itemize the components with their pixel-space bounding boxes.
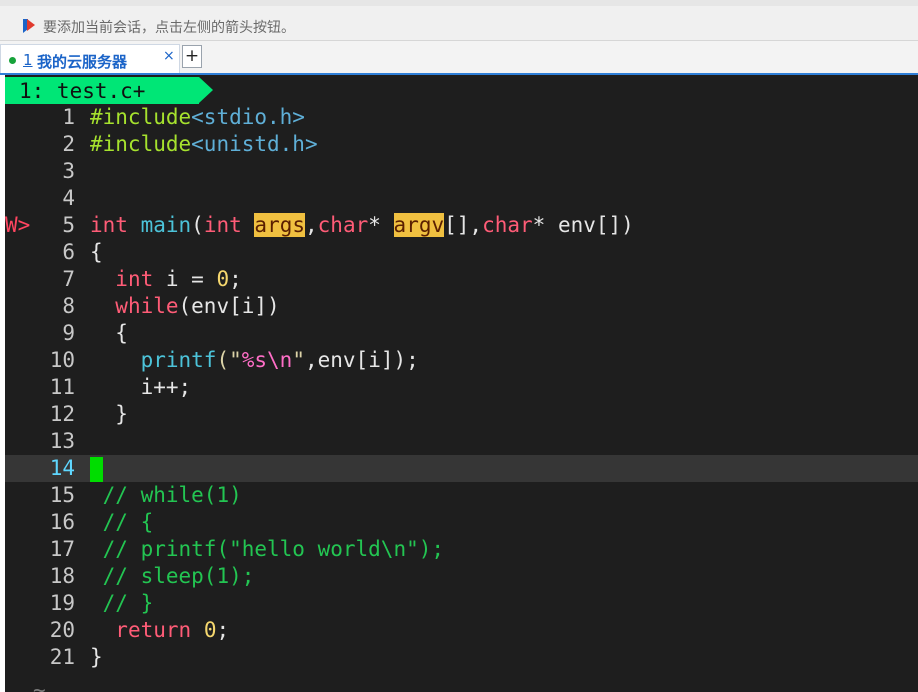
code-comment: // { [102, 510, 154, 534]
search-highlight: argv [393, 213, 445, 237]
tab-arrow-icon [199, 77, 213, 103]
line-number: 4 [62, 186, 75, 210]
code-comment: // sleep(1); [102, 564, 255, 588]
code-line: 21 } [5, 644, 918, 671]
code-line: 3 [5, 158, 918, 185]
code-line: 4 [5, 185, 918, 212]
code-line: 16 // { [5, 509, 918, 536]
line-number: 1 [62, 105, 75, 129]
line-number: 11 [49, 375, 75, 399]
session-tab[interactable]: 1 我的云服务器 × [0, 44, 180, 73]
code-text: #include<unistd.h> [90, 132, 318, 156]
line-number: 3 [62, 159, 75, 183]
line-number: 6 [62, 240, 75, 264]
search-highlight: args [254, 213, 305, 237]
code-line: 18 // sleep(1); [5, 563, 918, 590]
code-line: 11 i++; [5, 374, 918, 401]
line-number: 5 [62, 213, 75, 237]
add-tab-button[interactable]: + [182, 45, 202, 68]
code-line: 15 // while(1) [5, 482, 918, 509]
line-number: 8 [62, 294, 75, 318]
code-text: { [115, 321, 128, 345]
code-text: } [115, 402, 128, 426]
code-line: 2 #include<unistd.h> [5, 131, 918, 158]
line-number: 10 [49, 348, 75, 372]
code-text: i++; [140, 375, 192, 399]
line-number: 13 [49, 429, 75, 453]
close-icon[interactable]: × [163, 48, 175, 64]
warning-sign: W> [5, 213, 31, 237]
line-number: 19 [49, 591, 75, 615]
code-text: { [90, 240, 103, 264]
bookmark-arrow-icon[interactable] [21, 18, 37, 34]
code-comment: // while(1) [102, 483, 242, 507]
hint-text: 要添加当前会话，点击左侧的箭头按钮。 [43, 20, 295, 36]
code-text: return 0; [115, 618, 230, 642]
code-text: #include<stdio.h> [90, 105, 305, 129]
code-line: 20 return 0; [5, 617, 918, 644]
empty-buffer-tilde: ~ [33, 678, 46, 692]
code-line: 7 int i = 0; [5, 266, 918, 293]
connected-status-icon [9, 57, 16, 64]
line-number: 7 [62, 267, 75, 291]
code-text: int main(int args,char* argv[],char* env… [90, 213, 634, 237]
session-tab-bar: 1 我的云服务器 × + [0, 41, 918, 75]
current-code-line: 14 [5, 455, 918, 482]
line-number: 21 [49, 645, 75, 669]
current-line-number: 14 [49, 456, 75, 480]
code-text [90, 455, 103, 482]
text-cursor [90, 456, 103, 482]
line-number: 20 [49, 618, 75, 642]
code-line: 19 // } [5, 590, 918, 617]
tab-title: 我的云服务器 [37, 53, 128, 71]
code-text: while(env[i]) [115, 294, 280, 318]
code-line: 17 // printf("hello world\n"); [5, 536, 918, 563]
code-line: 9 { [5, 320, 918, 347]
tab-number: 1 [23, 51, 33, 69]
code-text: int i = 0; [115, 267, 242, 291]
code-text: } [90, 645, 103, 669]
code-line: 8 while(env[i]) [5, 293, 918, 320]
line-number: 12 [49, 402, 75, 426]
code-line: 13 [5, 428, 918, 455]
line-number: 15 [49, 483, 75, 507]
code-line: W> 5 int main(int args,char* argv[],char… [5, 212, 918, 239]
toolbar-edge [0, 0, 918, 6]
line-number: 16 [49, 510, 75, 534]
code-line: 1 #include<stdio.h> [5, 104, 918, 131]
vim-tab-label[interactable]: 1: test.c+ [5, 77, 199, 104]
code-line: 6 { [5, 239, 918, 266]
line-number: 2 [62, 132, 75, 156]
code-text: printf("%s\n",env[i]); [140, 348, 419, 372]
line-number: 17 [49, 537, 75, 561]
line-number: 18 [49, 564, 75, 588]
quick-connect-hint-bar: 要添加当前会话，点击左侧的箭头按钮。 [0, 0, 918, 41]
line-number: 9 [62, 321, 75, 345]
code-comment: // printf("hello world\n"); [102, 537, 445, 561]
code-line: 12 } [5, 401, 918, 428]
code-line: 10 printf("%s\n",env[i]); [5, 347, 918, 374]
terminal-area[interactable]: 1: test.c+ 1 #include<stdio.h> 2 #includ… [5, 75, 918, 692]
code-comment: // } [102, 591, 154, 615]
